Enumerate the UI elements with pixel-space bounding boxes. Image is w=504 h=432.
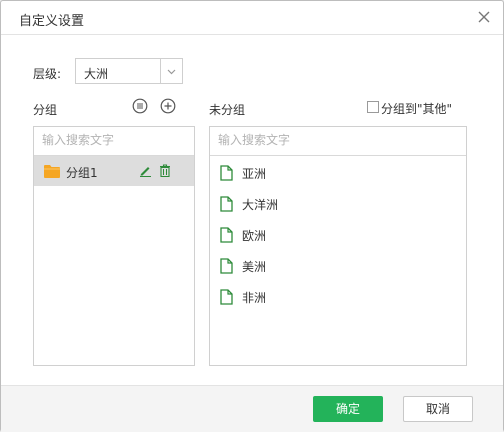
item-label: 亚洲 <box>242 167 267 181</box>
item-label: 欧洲 <box>242 229 267 243</box>
grouped-search <box>34 127 194 156</box>
document-icon <box>220 227 233 243</box>
ungrouped-search <box>210 127 466 156</box>
select-divider <box>160 59 161 83</box>
ungrouped-search-input[interactable] <box>210 127 368 153</box>
dialog-title: 自定义设置 <box>19 14 85 29</box>
list-item[interactable]: 非洲 <box>210 285 465 311</box>
ungrouped-label: 未分组 <box>209 103 246 117</box>
dialog-titlebar: 自定义设置 <box>1 1 503 35</box>
other-group-checkbox[interactable] <box>367 101 379 113</box>
folder-icon <box>44 165 60 178</box>
sort-list-icon[interactable] <box>132 98 148 114</box>
list-item[interactable]: 美洲 <box>210 254 465 280</box>
level-select[interactable]: 大洲 <box>75 58 183 84</box>
document-icon <box>220 196 233 212</box>
edit-icon[interactable] <box>139 164 152 177</box>
list-item[interactable]: 亚洲 <box>210 161 465 187</box>
other-group-label[interactable]: 分组到"其他" <box>381 100 452 117</box>
dialog-footer: 确定 取消 <box>1 385 503 432</box>
group-name: 分组1 <box>66 166 98 180</box>
grouped-search-input[interactable] <box>34 127 192 153</box>
level-label: 层级: <box>33 67 62 81</box>
chevron-down-icon[interactable] <box>166 66 177 77</box>
document-icon <box>220 258 233 274</box>
trash-icon[interactable] <box>159 164 171 177</box>
add-group-icon[interactable] <box>160 98 176 114</box>
document-icon <box>220 289 233 305</box>
item-label: 美洲 <box>242 260 267 274</box>
close-icon[interactable] <box>477 10 491 24</box>
grouped-panel: 分组1 <box>33 126 195 366</box>
custom-settings-dialog: 自定义设置 层级: 大洲 分组 分组1 <box>0 0 504 432</box>
item-label: 非洲 <box>242 291 267 305</box>
level-select-value: 大洲 <box>84 67 109 81</box>
group-row[interactable]: 分组1 <box>34 156 194 186</box>
item-label: 大洋洲 <box>242 198 279 212</box>
ok-button[interactable]: 确定 <box>313 396 383 422</box>
list-item[interactable]: 大洋洲 <box>210 192 465 218</box>
grouped-label: 分组 <box>33 103 58 117</box>
document-icon <box>220 165 233 181</box>
cancel-button[interactable]: 取消 <box>403 396 473 422</box>
list-item[interactable]: 欧洲 <box>210 223 465 249</box>
ungrouped-panel: 亚洲 大洋洲 欧洲 美洲 <box>209 126 467 366</box>
